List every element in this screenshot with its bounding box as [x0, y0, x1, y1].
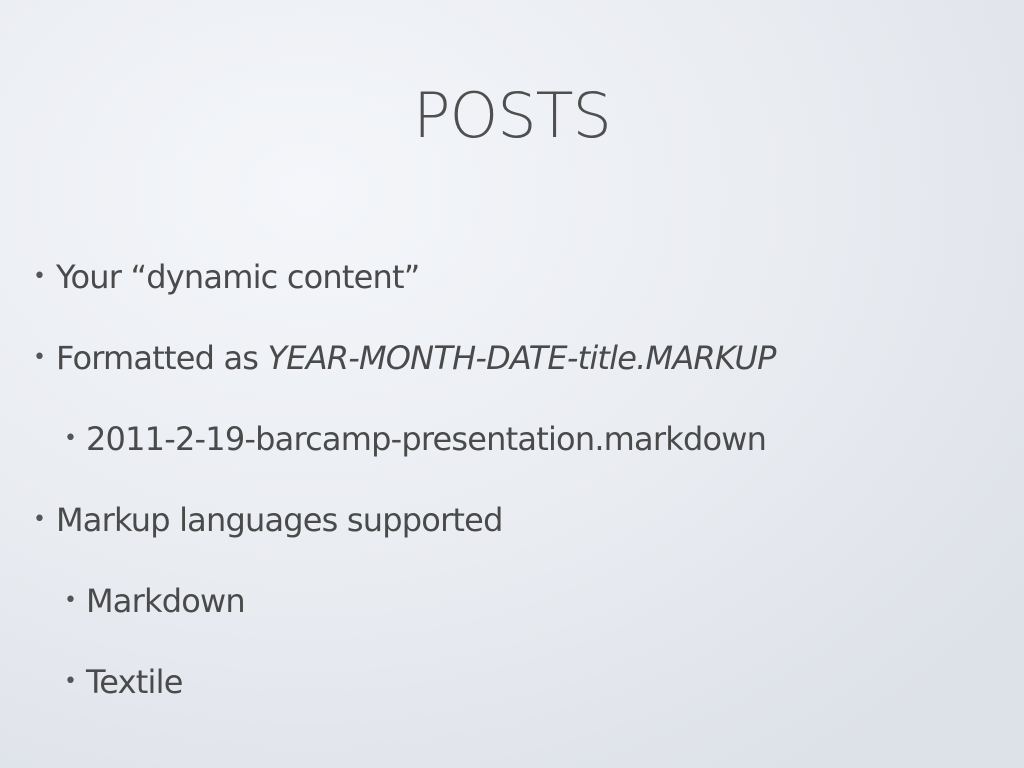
bullet-text: Formatted as	[56, 339, 268, 377]
bullet-dot-icon: •	[33, 507, 46, 532]
bullet-format-pattern: YEAR-MONTH-DATE-title.MARKUP	[267, 339, 777, 377]
bullet-text: Markup languages supported	[56, 501, 503, 539]
bullet-dot-icon: •	[64, 426, 77, 451]
bullet-dot-icon: •	[33, 345, 46, 370]
bullet-text-group: Formatted as YEAR-MONTH-DATE-title.MARKU…	[56, 336, 776, 380]
bullet-text: Markdown	[86, 582, 246, 620]
bullet-dot-icon: •	[64, 669, 77, 694]
bullet-text: 2011-2-19-barcamp-presentation.markdown	[86, 420, 767, 458]
bullet-text: Textile	[86, 663, 183, 701]
slide: POSTS • Your “dynamic content” • Formatt…	[0, 0, 1024, 768]
bullet-dot-icon: •	[64, 588, 77, 613]
bullet-dot-icon: •	[33, 264, 46, 289]
slide-title: POSTS	[413, 79, 612, 152]
bullet-text: Your “dynamic content”	[56, 258, 420, 296]
